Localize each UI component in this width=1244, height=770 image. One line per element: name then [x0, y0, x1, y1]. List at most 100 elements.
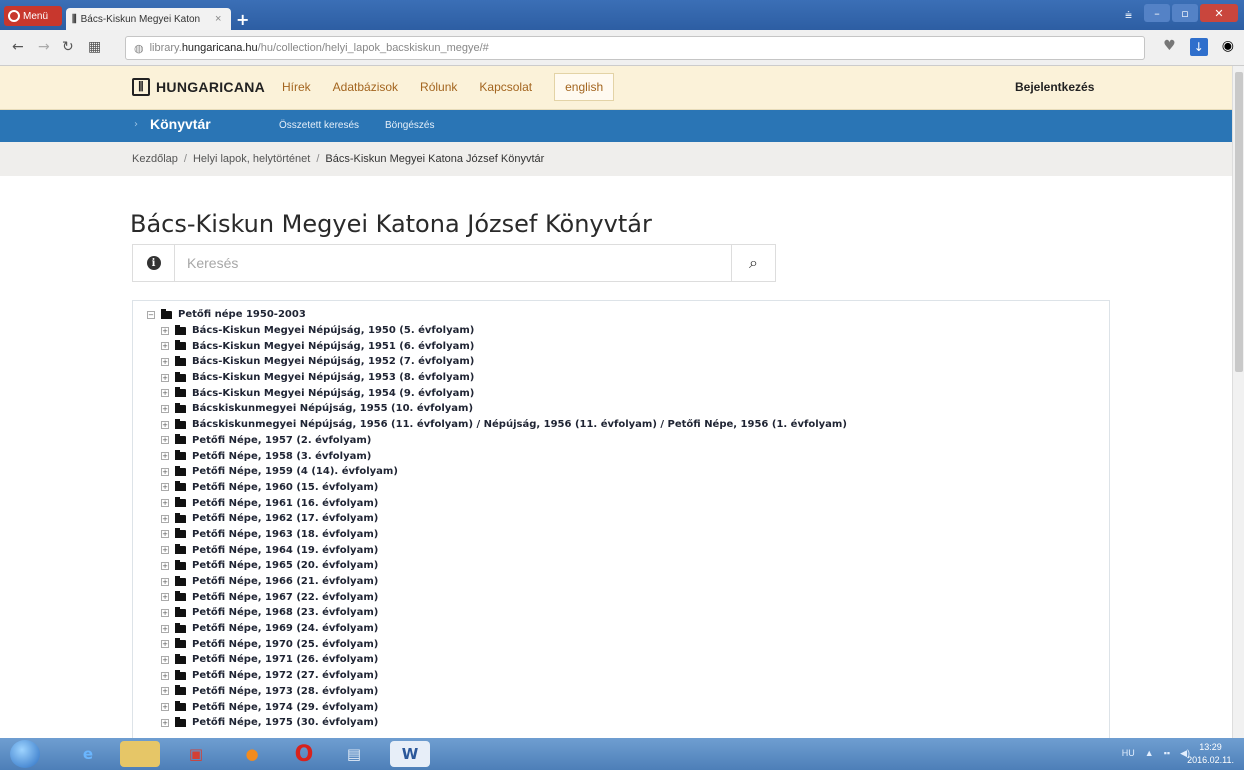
- expand-icon[interactable]: +: [161, 420, 169, 429]
- tab-menu-icon[interactable]: ⩧: [1125, 8, 1132, 23]
- tree-item[interactable]: + Petőfi Népe, 1957 (2. évfolyam): [147, 433, 1109, 449]
- heart-icon[interactable]: ♥: [1163, 38, 1176, 56]
- expand-icon[interactable]: +: [161, 452, 169, 461]
- expand-icon[interactable]: +: [161, 593, 169, 602]
- forward-icon[interactable]: →: [38, 39, 50, 55]
- expand-icon[interactable]: +: [161, 389, 169, 398]
- url-field[interactable]: ◍ library.hungaricana.hu/hu/collection/h…: [125, 36, 1145, 60]
- tree-item[interactable]: + Petőfi Népe, 1958 (3. évfolyam): [147, 448, 1109, 464]
- calculator-icon[interactable]: ▤: [334, 741, 374, 767]
- expand-icon[interactable]: +: [161, 326, 169, 335]
- tree-item[interactable]: + Petőfi Népe, 1963 (18. évfolyam): [147, 527, 1109, 543]
- expand-icon[interactable]: +: [161, 342, 169, 351]
- tree-item[interactable]: + Bács-Kiskun Megyei Népújság, 1952 (7. é…: [147, 354, 1109, 370]
- expand-icon[interactable]: +: [161, 624, 169, 633]
- expand-icon[interactable]: +: [161, 373, 169, 382]
- tree-item[interactable]: + Petőfi Népe, 1968 (23. évfolyam): [147, 605, 1109, 621]
- tree-item[interactable]: + Petőfi Népe, 1971 (26. évfolyam): [147, 652, 1109, 668]
- minimize-button[interactable]: –: [1144, 4, 1170, 22]
- tree-item[interactable]: + Petőfi Népe, 1965 (20. évfolyam): [147, 558, 1109, 574]
- page-scrollbar[interactable]: [1232, 66, 1244, 738]
- clock[interactable]: 13:29 2016.02.11.: [1187, 741, 1234, 767]
- expand-icon[interactable]: +: [161, 514, 169, 523]
- tree-item[interactable]: + Petőfi Népe, 1973 (28. évfolyam): [147, 684, 1109, 700]
- tree-item[interactable]: + Bácskiskunmegyei Népújság, 1955 (10. év…: [147, 401, 1109, 417]
- tree-item[interactable]: + Petőfi Népe, 1966 (21. évfolyam): [147, 574, 1109, 590]
- reload-icon[interactable]: ↻: [62, 39, 74, 55]
- breadcrumb-home[interactable]: Kezdőlap: [132, 153, 178, 165]
- expand-icon[interactable]: +: [161, 404, 169, 413]
- language-indicator[interactable]: HU: [1122, 748, 1135, 759]
- expand-icon[interactable]: +: [161, 546, 169, 555]
- expand-icon[interactable]: +: [161, 718, 169, 727]
- menu-item-hirek[interactable]: Hírek: [282, 80, 311, 101]
- tree-item[interactable]: + Bács-Kiskun Megyei Népújság, 1953 (8. é…: [147, 370, 1109, 386]
- tree-item[interactable]: + Bács-Kiskun Megyei Népújság, 1950 (5. é…: [147, 323, 1109, 339]
- tree-item[interactable]: + Petőfi Népe, 1972 (27. évfolyam): [147, 668, 1109, 684]
- opera-icon[interactable]: O: [284, 741, 324, 767]
- word-icon[interactable]: W: [390, 741, 430, 767]
- opera-menu-button[interactable]: Menü: [4, 6, 62, 26]
- speed-dial-icon[interactable]: ▦: [88, 39, 101, 55]
- expand-icon[interactable]: +: [161, 640, 169, 649]
- expand-icon[interactable]: +: [161, 483, 169, 492]
- tree-item[interactable]: + Petőfi Népe, 1960 (15. évfolyam): [147, 480, 1109, 496]
- scrollbar-thumb[interactable]: [1235, 72, 1243, 372]
- close-window-button[interactable]: ✕: [1200, 4, 1238, 22]
- tree-item[interactable]: + Petőfi Népe, 1961 (16. évfolyam): [147, 495, 1109, 511]
- tree-item[interactable]: + Petőfi Népe, 1969 (24. évfolyam): [147, 621, 1109, 637]
- collapse-icon[interactable]: −: [147, 310, 155, 319]
- expand-icon[interactable]: +: [161, 530, 169, 539]
- tree-item[interactable]: + Petőfi Népe, 1970 (25. évfolyam): [147, 636, 1109, 652]
- expand-icon[interactable]: +: [161, 357, 169, 366]
- back-icon[interactable]: ←: [12, 39, 24, 55]
- login-link[interactable]: Bejelentkezés: [1015, 80, 1094, 94]
- expand-icon[interactable]: +: [161, 703, 169, 712]
- clock-time: 13:29: [1199, 742, 1222, 752]
- tree-item[interactable]: + Petőfi Népe, 1959 (4 (14). évfolyam): [147, 464, 1109, 480]
- search-button[interactable]: ⌕: [731, 245, 775, 281]
- hungaricana-logo[interactable]: ⫼ HUNGARICANA: [132, 78, 265, 96]
- expand-icon[interactable]: +: [161, 608, 169, 617]
- tree-item[interactable]: + Bács-Kiskun Megyei Népújság, 1951 (6. é…: [147, 338, 1109, 354]
- tree-root[interactable]: − Petőfi népe 1950-2003: [147, 307, 1109, 323]
- expand-icon[interactable]: +: [161, 687, 169, 696]
- maximize-button[interactable]: ▫: [1172, 4, 1198, 22]
- search-input[interactable]: [175, 245, 731, 281]
- expand-icon[interactable]: +: [161, 577, 169, 586]
- menu-item-adatbazisok[interactable]: Adatbázisok: [333, 80, 398, 101]
- tree-item[interactable]: + Bács-Kiskun Megyei Népújság, 1954 (9. é…: [147, 385, 1109, 401]
- network-icon[interactable]: ▪▪: [1164, 748, 1170, 759]
- account-icon[interactable]: ◉: [1222, 38, 1234, 56]
- tree-item[interactable]: + Petőfi Népe, 1964 (19. évfolyam): [147, 542, 1109, 558]
- firefox-icon[interactable]: ●: [232, 741, 272, 767]
- expand-icon[interactable]: +: [161, 499, 169, 508]
- tree-item[interactable]: + Petőfi Népe, 1975 (30. évfolyam): [147, 715, 1109, 731]
- expand-icon[interactable]: +: [161, 436, 169, 445]
- internet-explorer-icon[interactable]: e: [68, 741, 108, 767]
- download-icon[interactable]: ↓: [1189, 38, 1208, 56]
- tray-arrow-icon[interactable]: ▲: [1145, 748, 1154, 759]
- language-switch[interactable]: english: [554, 73, 615, 101]
- expand-icon[interactable]: +: [161, 671, 169, 680]
- advanced-search-link[interactable]: Összetett keresés: [279, 120, 359, 131]
- tab-close-icon[interactable]: ×: [215, 13, 231, 25]
- new-tab-button[interactable]: +: [236, 10, 249, 29]
- tree-item[interactable]: + Petőfi Népe, 1974 (29. évfolyam): [147, 699, 1109, 715]
- browse-link[interactable]: Böngészés: [385, 120, 434, 131]
- search-info-button[interactable]: i: [133, 245, 175, 281]
- menu-item-rolunk[interactable]: Rólunk: [420, 80, 457, 101]
- expand-icon[interactable]: +: [161, 655, 169, 664]
- tree-item[interactable]: + Bácskiskunmegyei Népújság, 1956 (11. év…: [147, 417, 1109, 433]
- file-explorer-icon[interactable]: [120, 741, 160, 767]
- tree-item[interactable]: + Petőfi Népe, 1962 (17. évfolyam): [147, 511, 1109, 527]
- breadcrumb-local-papers[interactable]: Helyi lapok, helytörténet: [193, 153, 310, 165]
- browser-tab[interactable]: ⫼ Bács-Kiskun Megyei Katon ×: [66, 8, 231, 30]
- expand-icon[interactable]: +: [161, 467, 169, 476]
- media-player-icon[interactable]: ▣: [176, 741, 216, 767]
- expand-icon[interactable]: +: [161, 561, 169, 570]
- start-button[interactable]: [10, 740, 40, 768]
- section-title[interactable]: Könyvtár: [150, 116, 211, 132]
- menu-item-kapcsolat[interactable]: Kapcsolat: [479, 80, 532, 101]
- tree-item[interactable]: + Petőfi Népe, 1967 (22. évfolyam): [147, 589, 1109, 605]
